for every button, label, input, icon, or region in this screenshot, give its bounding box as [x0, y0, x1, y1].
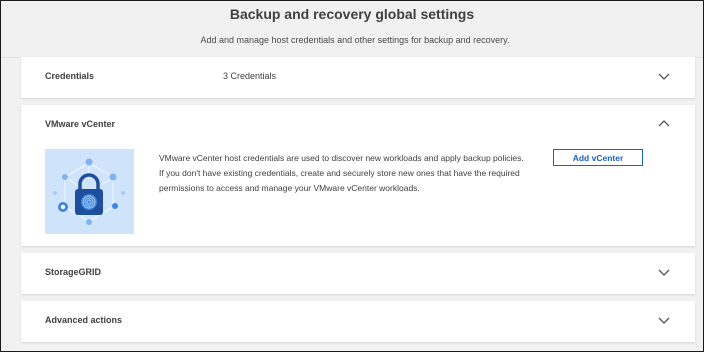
chevron-down-icon[interactable] [657, 265, 671, 279]
add-vcenter-button[interactable]: Add vCenter [553, 149, 643, 166]
vmware-vcenter-title: VMware vCenter [45, 119, 116, 129]
padlock-fingerprint-icon [45, 149, 134, 234]
credentials-panel: Credentials 3 Credentials [21, 57, 695, 98]
advanced-actions-title: Advanced actions [45, 315, 123, 325]
advanced-actions-panel-header[interactable]: Advanced actions [21, 301, 695, 341]
credentials-panel-header[interactable]: Credentials 3 Credentials [21, 57, 695, 97]
vmware-vcenter-panel: VMware vCenter VMware vCenter host crede… [21, 105, 695, 246]
page-subtitle: Add and manage host credentials and othe… [200, 35, 510, 45]
page-title: Backup and recovery global settings [229, 6, 475, 22]
chevron-down-icon[interactable] [657, 69, 671, 83]
chevron-up-icon[interactable] [657, 117, 671, 131]
vmware-vcenter-panel-header[interactable]: VMware vCenter [21, 105, 695, 145]
advanced-actions-panel: Advanced actions [21, 301, 695, 342]
credentials-count: 3 Credentials [223, 71, 277, 81]
storagegrid-title: StorageGRID [45, 267, 102, 277]
storagegrid-panel-header[interactable]: StorageGRID [21, 253, 695, 293]
credentials-title: Credentials [45, 71, 95, 81]
storagegrid-panel: StorageGRID [21, 253, 695, 294]
chevron-down-icon[interactable] [657, 313, 671, 327]
vmware-vcenter-description: VMware vCenter host credentials are used… [159, 153, 524, 193]
page-header: Backup and recovery global settings Add … [1, 1, 703, 58]
